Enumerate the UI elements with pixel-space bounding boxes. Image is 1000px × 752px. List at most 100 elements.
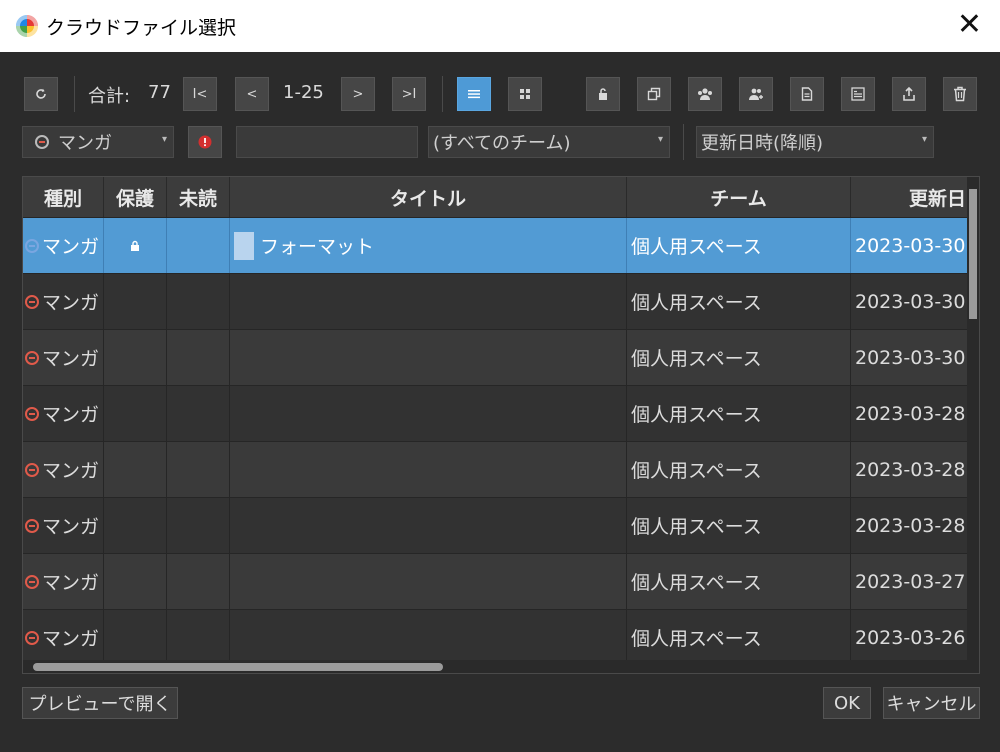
manga-icon [25,406,39,421]
cell-protected [104,330,167,385]
type-dropdown[interactable]: マンガ ▾ [22,126,174,158]
search-input[interactable] [236,126,418,158]
cell-protected [104,274,167,329]
ok-button[interactable]: OK [823,687,871,719]
cell-updated-label: 2023-03-28 [855,458,966,481]
team-dropdown[interactable]: (すべてのチーム) ▾ [428,126,670,158]
next-page-button[interactable]: > [341,77,375,111]
column-header-title[interactable]: タイトル [230,177,627,217]
cell-protected [104,218,167,273]
column-header-unread[interactable]: 未読 [167,177,230,217]
table-row[interactable]: マンガ フォーマット 個人用スペース 2023-03-30 [23,217,969,273]
refresh-button[interactable] [24,77,58,111]
toolbar-separator [442,76,443,112]
grid-view-button[interactable] [508,77,542,111]
manga-icon [25,462,39,477]
cell-updated: 2023-03-26 [851,610,979,665]
cell-title [230,554,627,609]
cell-team: 個人用スペース [627,610,851,665]
cell-updated-label: 2023-03-27 [855,570,966,593]
column-header-team[interactable]: チーム [627,177,851,217]
cell-title [230,386,627,441]
team-share-button[interactable] [739,77,773,111]
cell-team-label: 個人用スペース [631,516,762,538]
unlock-button[interactable] [586,77,620,111]
last-page-icon: >I [401,86,417,102]
warning-filter-button[interactable] [188,126,222,158]
cell-type: マンガ [23,610,104,665]
cell-title-label: フォーマット [260,236,375,258]
first-page-button[interactable]: I< [183,77,217,111]
lock-icon [130,235,140,257]
cell-type: マンガ [23,330,104,385]
chevron-right-icon: > [352,86,364,102]
cell-updated-label: 2023-03-30 [855,346,966,369]
sort-dropdown[interactable]: 更新日時(降順) ▾ [696,126,934,158]
cell-protected [104,498,167,553]
cell-type: マンガ [23,386,104,441]
column-header-type[interactable]: 種別 [23,177,104,217]
table-row[interactable]: マンガ 個人用スペース 2023-03-30 [23,329,969,385]
cell-title [230,330,627,385]
cell-title [230,498,627,553]
column-header-protected[interactable]: 保護 [104,177,167,217]
team-button[interactable] [688,77,722,111]
open-in-preview-button[interactable]: プレビューで開く [22,687,178,719]
table-row[interactable]: マンガ 個人用スペース 2023-03-28 [23,497,969,553]
table-row[interactable]: マンガ 個人用スペース 2023-03-28 [23,385,969,441]
document-button[interactable] [790,77,824,111]
table-row[interactable]: マンガ 個人用スペース 2023-03-28 [23,441,969,497]
table-header: 種別 保護 未読 タイトル チーム 更新日 [23,177,969,217]
sort-dropdown-value: 更新日時(降順) [701,133,824,154]
table-row[interactable]: マンガ 個人用スペース 2023-03-27 [23,553,969,609]
cell-type: マンガ [23,218,104,273]
cell-unread [167,442,230,497]
horizontal-scroll-thumb[interactable] [33,663,443,671]
list-view-button[interactable] [457,77,491,111]
duplicate-button[interactable] [637,77,671,111]
cell-type-label: マンガ [42,404,100,426]
cell-updated: 2023-03-27 [851,554,979,609]
manga-icon [35,135,49,149]
cell-type-label: マンガ [42,236,100,258]
cancel-button[interactable]: キャンセル [883,687,980,719]
prev-page-button[interactable]: < [235,77,269,111]
cell-type-label: マンガ [42,292,100,314]
table-row[interactable]: マンガ 個人用スペース 2023-03-30 [23,273,969,329]
cell-unread [167,498,230,553]
column-header-updated[interactable]: 更新日 [851,177,979,217]
delete-button[interactable] [943,77,977,111]
chevron-down-icon: ▾ [161,134,167,145]
upload-button[interactable] [892,77,926,111]
cell-unread [167,610,230,665]
cell-unread [167,554,230,609]
details-button[interactable] [841,77,875,111]
cell-protected [104,442,167,497]
cell-unread [167,274,230,329]
cell-updated-label: 2023-03-26 [855,626,966,649]
filter-separator [683,124,684,160]
page-range: 1-25 [283,82,324,103]
cell-updated: 2023-03-28 [851,442,979,497]
close-icon[interactable]: ✕ [957,8,982,42]
cell-updated-label: 2023-03-30 [855,290,966,313]
cell-title [230,442,627,497]
cell-protected [104,610,167,665]
cell-type: マンガ [23,498,104,553]
cell-team: 個人用スペース [627,274,851,329]
vertical-scroll-thumb[interactable] [969,189,977,319]
cell-updated: 2023-03-30 [851,330,979,385]
cell-type-label: マンガ [42,572,100,594]
cell-updated-label: 2023-03-28 [855,514,966,537]
manga-icon [25,574,39,589]
cell-team-label: 個人用スペース [631,236,762,258]
cell-team-label: 個人用スペース [631,460,762,482]
cell-unread [167,330,230,385]
last-page-button[interactable]: >I [392,77,426,111]
window-title: クラウドファイル選択 [46,16,237,39]
trash-icon [954,86,966,102]
table-row[interactable]: マンガ 個人用スペース 2023-03-26 [23,609,969,665]
vertical-scrollbar[interactable] [967,177,979,661]
team-icon [698,88,712,100]
horizontal-scrollbar[interactable] [23,660,979,673]
